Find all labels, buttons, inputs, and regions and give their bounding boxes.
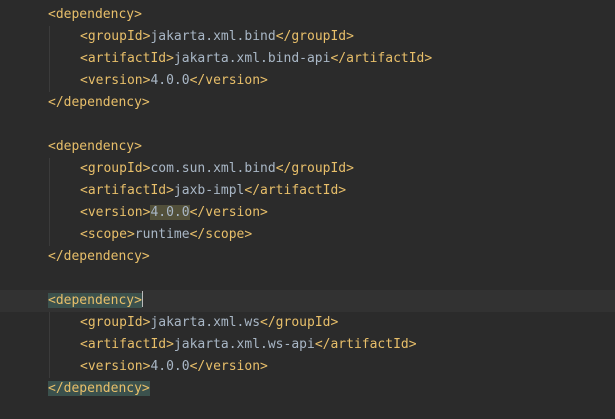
code-line[interactable]: </dependency>: [0, 378, 615, 400]
code-line[interactable]: <version>4.0.0</version>: [0, 202, 615, 224]
code-line[interactable]: </dependency>: [0, 92, 615, 114]
code-line[interactable]: <artifactId>jaxb-impl</artifactId>: [0, 180, 615, 202]
tag-groupid-close: </groupId>: [260, 315, 339, 330]
tag-groupid-close: </groupId>: [275, 29, 354, 44]
code-line[interactable]: <artifactId>jakarta.xml.ws-api</artifact…: [0, 334, 615, 356]
code-line[interactable]: <version>4.0.0</version>: [0, 356, 615, 378]
tag-artifactid-open: <artifactId>: [80, 51, 174, 66]
artifactid-value: jaxb-impl: [173, 183, 245, 198]
tag-version-open: <version>: [80, 359, 151, 374]
code-line[interactable]: <groupId>jakarta.xml.ws</groupId>: [0, 312, 615, 334]
version-value: 4.0.0: [150, 73, 190, 88]
version-value-highlighted: 4.0.0: [150, 205, 190, 220]
code-line[interactable]: <groupId>jakarta.xml.bind</groupId>: [0, 26, 615, 48]
artifactid-value: jakarta.xml.ws-api: [173, 337, 315, 352]
tag-dependency-open: <dependency>: [48, 139, 142, 154]
tag-artifactid-close: </artifactId>: [314, 337, 417, 352]
tag-groupid-close: </groupId>: [275, 161, 354, 176]
tag-artifactid-close: </artifactId>: [330, 51, 433, 66]
tag-scope-close: </scope>: [189, 227, 253, 242]
text-caret: [141, 291, 143, 307]
tag-version-close: </version>: [189, 73, 268, 88]
code-line-empty[interactable]: [0, 268, 615, 290]
tag-artifactid-open: <artifactId>: [80, 183, 174, 198]
tag-artifactid-open: <artifactId>: [80, 337, 174, 352]
code-line[interactable]: <artifactId>jakarta.xml.bind-api</artifa…: [0, 48, 615, 70]
tag-groupid-open: <groupId>: [80, 161, 151, 176]
code-line-empty[interactable]: [0, 114, 615, 136]
tag-artifactid-close: </artifactId>: [244, 183, 347, 198]
code-line[interactable]: </dependency>: [0, 246, 615, 268]
scope-value: runtime: [134, 227, 190, 242]
code-lines[interactable]: <dependency> <groupId>jakarta.xml.bind</…: [0, 4, 615, 400]
tag-scope-open: <scope>: [80, 227, 135, 242]
tag-groupid-open: <groupId>: [80, 29, 151, 44]
code-line[interactable]: <groupId>com.sun.xml.bind</groupId>: [0, 158, 615, 180]
groupid-value: jakarta.xml.ws: [150, 315, 261, 330]
code-editor[interactable]: <dependency> <groupId>jakarta.xml.bind</…: [0, 0, 615, 419]
tag-version-open: <version>: [80, 205, 151, 220]
artifactid-value: jakarta.xml.bind-api: [173, 51, 331, 66]
tag-dependency-close-matched: </dependency>: [48, 381, 150, 396]
code-line[interactable]: <scope>runtime</scope>: [0, 224, 615, 246]
tag-dependency-close: </dependency>: [48, 95, 150, 110]
tag-dependency-open: <dependency>: [48, 7, 142, 22]
groupid-value: jakarta.xml.bind: [150, 29, 276, 44]
tag-dependency-close: </dependency>: [48, 249, 150, 264]
tag-version-close: </version>: [189, 359, 268, 374]
code-line[interactable]: <dependency>: [0, 4, 615, 26]
tag-groupid-open: <groupId>: [80, 315, 151, 330]
code-line-current[interactable]: <dependency>: [0, 290, 615, 312]
code-line[interactable]: <version>4.0.0</version>: [0, 70, 615, 92]
tag-version-open: <version>: [80, 73, 151, 88]
groupid-value: com.sun.xml.bind: [150, 161, 276, 176]
tag-version-close: </version>: [189, 205, 268, 220]
version-value: 4.0.0: [150, 359, 190, 374]
code-line[interactable]: <dependency>: [0, 136, 615, 158]
tag-dependency-open-matched: <dependency>: [48, 293, 142, 308]
